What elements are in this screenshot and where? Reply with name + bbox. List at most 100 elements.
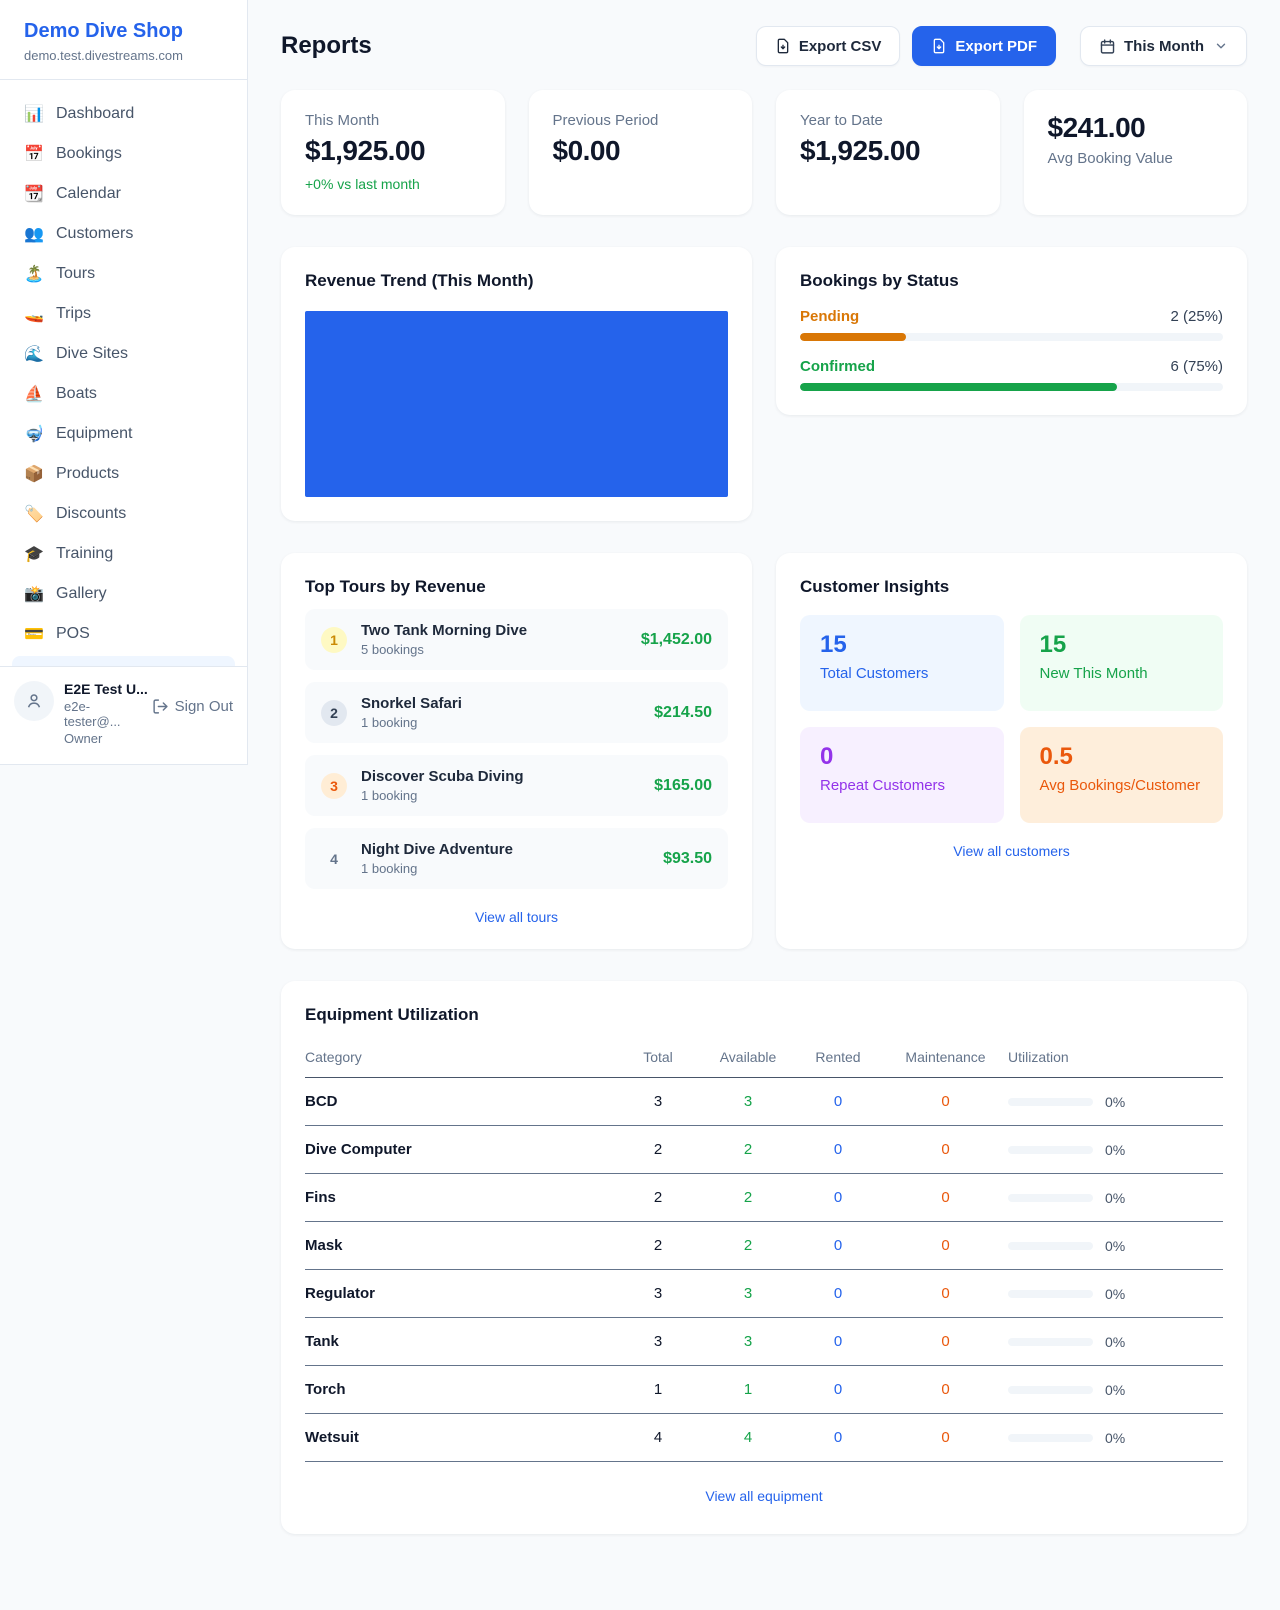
cell-utilization: 0%	[1008, 1270, 1223, 1318]
sidebar-active-item-partial[interactable]	[12, 656, 235, 666]
equipment-utilization-card: Equipment Utilization Category Total Ava…	[281, 981, 1247, 1534]
cell-rented: 0	[793, 1222, 883, 1270]
sidebar-item-customers[interactable]: 👥Customers	[12, 214, 235, 254]
customer-insights-title: Customer Insights	[800, 577, 1223, 597]
view-all-tours-link[interactable]: View all tours	[305, 909, 728, 925]
stat-value: $1,925.00	[800, 135, 976, 167]
utilization-percent: 0%	[1105, 1094, 1125, 1110]
speedboat-icon: 🚤	[24, 304, 44, 324]
tile-value: 0.5	[1040, 743, 1204, 771]
period-dropdown[interactable]: This Month	[1080, 26, 1247, 66]
sidebar-item-gallery[interactable]: 📸Gallery	[12, 574, 235, 614]
tile-value: 0	[820, 743, 984, 771]
sidebar-item-label: Customers	[56, 225, 133, 243]
tour-row: 4 Night Dive Adventure1 booking $93.50	[305, 828, 728, 889]
cell-available: 2	[703, 1174, 793, 1222]
sidebar-item-boats[interactable]: ⛵ Boats	[12, 374, 235, 414]
sidebar-item-label: Equipment	[56, 425, 133, 443]
customer-insights-card: Customer Insights 15 Total Customers 15 …	[776, 553, 1247, 949]
progress-fill-pending	[800, 333, 906, 341]
sidebar-item-discounts[interactable]: 🏷️Discounts	[12, 494, 235, 534]
equipment-table-row: Fins22000%	[305, 1174, 1223, 1222]
bookings-by-status-title: Bookings by Status	[800, 271, 1223, 291]
progress-track	[800, 383, 1223, 391]
equipment-table-row: BCD33000%	[305, 1078, 1223, 1126]
sidebar-item-label: Boats	[56, 385, 97, 403]
col-category: Category	[305, 1039, 613, 1078]
cell-category: Fins	[305, 1174, 613, 1222]
tour-bookings: 1 booking	[361, 715, 640, 730]
cell-maintenance: 0	[883, 1222, 1008, 1270]
tile-label: Repeat Customers	[820, 777, 984, 794]
tour-row: 3 Discover Scuba Diving 1 booking $165.00	[305, 755, 728, 816]
sidebar-nav: 📊Dashboard 📅Bookings 📆Calendar 👥Customer…	[0, 80, 247, 666]
sign-out-label: Sign Out	[175, 698, 233, 715]
sign-out-button[interactable]: Sign Out	[152, 698, 233, 715]
col-available: Available	[703, 1039, 793, 1078]
export-csv-button[interactable]: Export CSV	[756, 26, 901, 66]
view-all-customers-link[interactable]: View all customers	[800, 843, 1223, 859]
tile-new-this-month: 15 New This Month	[1020, 615, 1224, 711]
sidebar-item-calendar[interactable]: 📆Calendar	[12, 174, 235, 214]
sidebar-item-dashboard[interactable]: 📊Dashboard	[12, 94, 235, 134]
cell-category: Mask	[305, 1222, 613, 1270]
status-value: 2 (25%)	[1170, 308, 1223, 325]
utilization-percent: 0%	[1105, 1334, 1125, 1350]
cell-utilization: 0%	[1008, 1414, 1223, 1462]
sidebar-item-tours[interactable]: 🏝️Tours	[12, 254, 235, 294]
status-label: Confirmed	[800, 358, 875, 375]
sidebar-item-training[interactable]: 🎓Training	[12, 534, 235, 574]
cell-rented: 0	[793, 1174, 883, 1222]
cell-available: 3	[703, 1318, 793, 1366]
sidebar-item-pos[interactable]: 💳POS	[12, 614, 235, 654]
utilization-percent: 0%	[1105, 1382, 1125, 1398]
cell-total: 2	[613, 1174, 703, 1222]
sidebar-item-bookings[interactable]: 📅Bookings	[12, 134, 235, 174]
tour-amount: $165.00	[654, 777, 712, 795]
camera-icon: 📸	[24, 584, 44, 604]
utilization-percent: 0%	[1105, 1430, 1125, 1446]
tile-label: Total Customers	[820, 665, 984, 682]
cell-maintenance: 0	[883, 1078, 1008, 1126]
utilization-bar	[1008, 1194, 1093, 1202]
utilization-bar	[1008, 1386, 1093, 1394]
tag-icon: 🏷️	[24, 504, 44, 524]
tour-amount: $93.50	[663, 850, 712, 868]
sailboat-icon: ⛵	[24, 384, 44, 404]
stat-value: $241.00	[1048, 112, 1224, 144]
sidebar-item-products[interactable]: 📦Products	[12, 454, 235, 494]
sidebar-header: Demo Dive Shop demo.test.divestreams.com	[0, 0, 247, 80]
sidebar-item-label: Dashboard	[56, 105, 134, 123]
tile-total-customers: 15 Total Customers	[800, 615, 1004, 711]
tour-bookings: 1 booking	[361, 788, 640, 803]
cell-category: Torch	[305, 1366, 613, 1414]
tour-row: 2 Snorkel Safari1 booking $214.50	[305, 682, 728, 743]
header-actions: Export CSV Export PDF This Month	[756, 26, 1247, 66]
sidebar-item-label: Training	[56, 545, 113, 563]
view-all-equipment-link[interactable]: View all equipment	[305, 1488, 1223, 1504]
cell-available: 2	[703, 1222, 793, 1270]
tour-name: Discover Scuba Diving	[361, 768, 640, 785]
cell-maintenance: 0	[883, 1366, 1008, 1414]
utilization-percent: 0%	[1105, 1190, 1125, 1206]
rank-badge: 3	[321, 773, 347, 799]
table-header-row: Category Total Available Rented Maintena…	[305, 1039, 1223, 1078]
tile-label: New This Month	[1040, 665, 1204, 682]
export-pdf-label: Export PDF	[955, 38, 1037, 55]
revenue-trend-bar	[305, 311, 728, 497]
sidebar-item-equipment[interactable]: 🤿Equipment	[12, 414, 235, 454]
utilization-bar	[1008, 1242, 1093, 1250]
utilization-percent: 0%	[1105, 1286, 1125, 1302]
cell-category: Dive Computer	[305, 1126, 613, 1174]
sidebar-item-dive-sites[interactable]: 🌊Dive Sites	[12, 334, 235, 374]
cell-category: Regulator	[305, 1270, 613, 1318]
export-pdf-button[interactable]: Export PDF	[912, 26, 1056, 66]
utilization-percent: 0%	[1105, 1142, 1125, 1158]
cell-utilization: 0%	[1008, 1366, 1223, 1414]
sidebar-item-trips[interactable]: 🚤Trips	[12, 294, 235, 334]
cell-available: 2	[703, 1126, 793, 1174]
cell-utilization: 0%	[1008, 1126, 1223, 1174]
stat-card-avg-booking-value: $241.00 Avg Booking Value	[1024, 90, 1248, 215]
progress-fill-confirmed	[800, 383, 1117, 391]
main-content: Reports Export CSV Export PDF This Month…	[248, 0, 1280, 1574]
